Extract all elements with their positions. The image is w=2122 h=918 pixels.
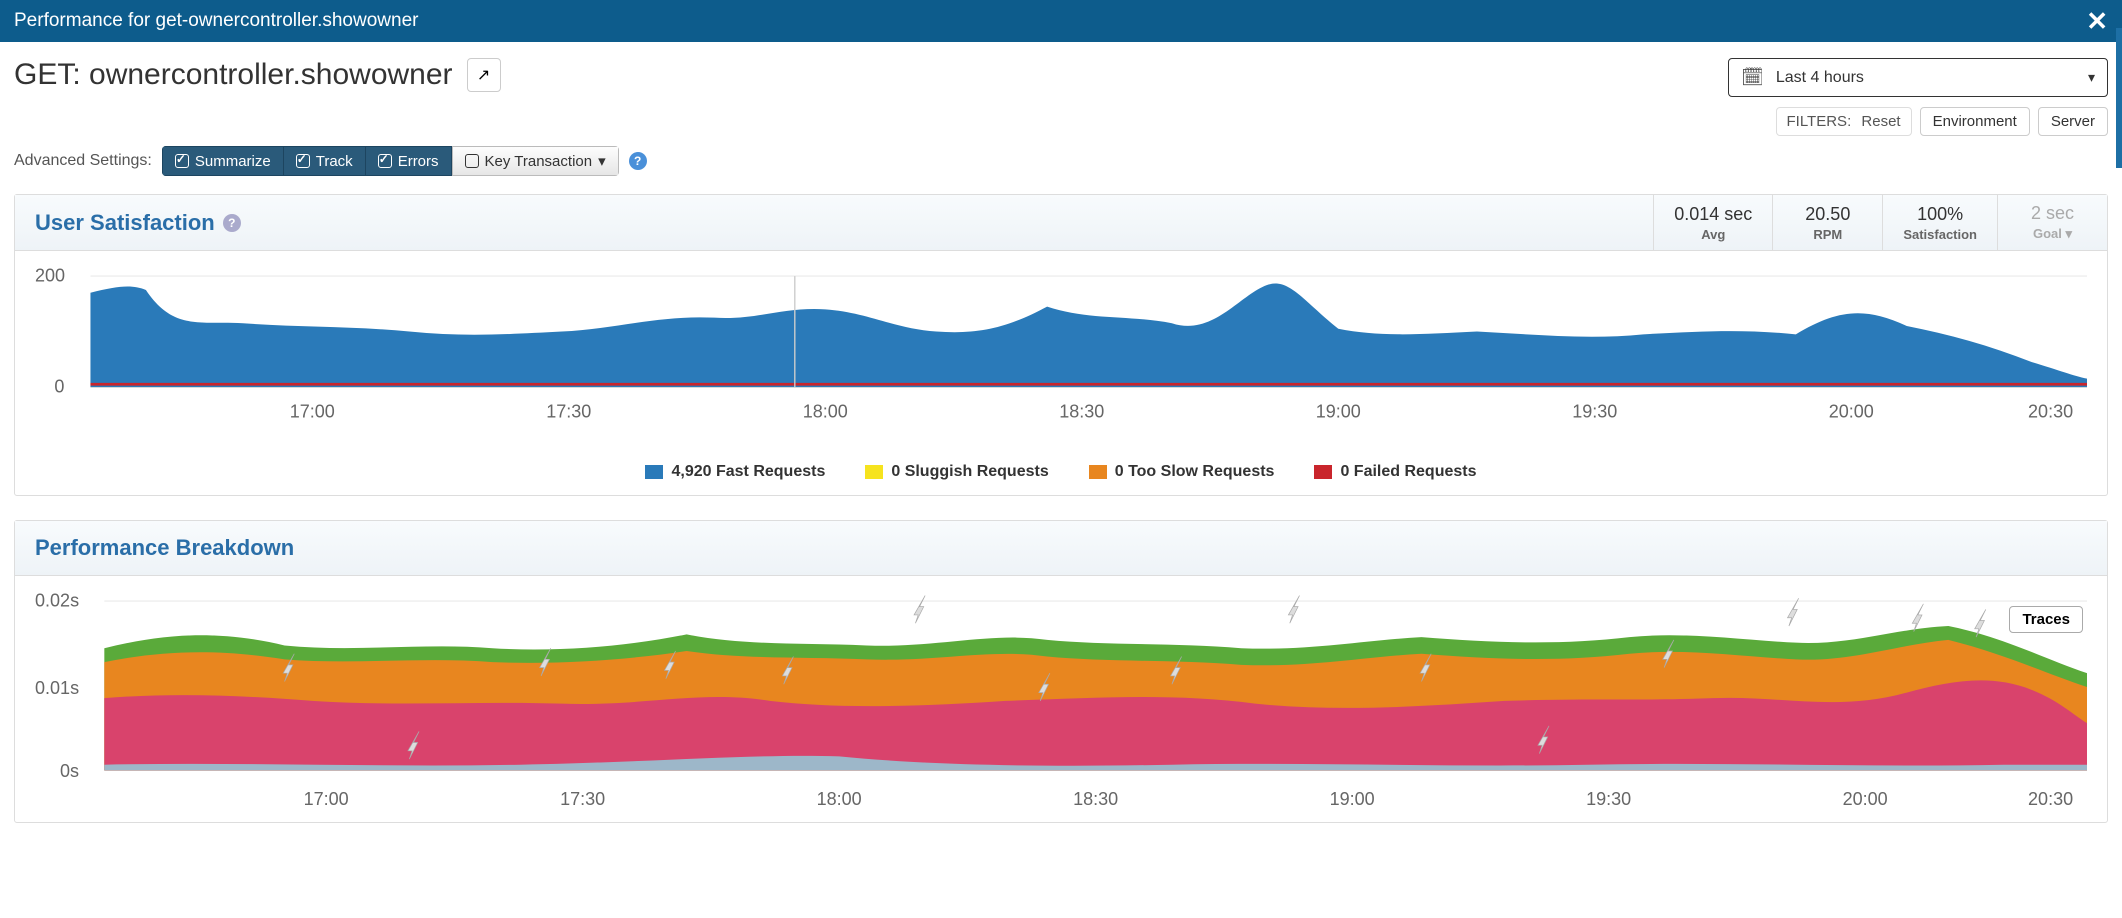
filters-row: FILTERS: Reset Environment Server (1776, 107, 2109, 136)
key-transaction-toggle[interactable]: Key Transaction ▾ (452, 146, 619, 176)
x-tick: 17:00 (290, 402, 335, 422)
metric-rpm: 20.50 RPM (1772, 195, 1882, 250)
y-tick: 0.01s (35, 678, 79, 698)
errors-toggle[interactable]: Errors (366, 146, 452, 176)
legend-item[interactable]: 4,920 Fast Requests (645, 463, 825, 481)
errors-label: Errors (398, 153, 439, 170)
summarize-toggle[interactable]: Summarize (162, 146, 284, 176)
panel-title-text: Performance Breakdown (35, 535, 294, 561)
reset-filters-link[interactable]: Reset (1861, 113, 1900, 130)
swatch-icon (1089, 465, 1107, 479)
satisfaction-chart[interactable]: 200 0 17:00 17:30 18:00 18:30 19:00 19:3… (15, 251, 2107, 455)
legend-item[interactable]: 0 Sluggish Requests (865, 463, 1048, 481)
metric-satisfaction: 100% Satisfaction (1882, 195, 1997, 250)
settings-button-group: Summarize Track Errors Key Transaction ▾ (162, 146, 619, 176)
legend-label: 4,920 Fast Requests (671, 463, 825, 481)
calendar-icon: 🗓 (1741, 67, 1764, 88)
legend-label: 0 Too Slow Requests (1115, 463, 1275, 481)
chevron-down-icon: ▾ (2088, 69, 2095, 86)
y-tick: 0.02s (35, 591, 79, 611)
key-transaction-label: Key Transaction (485, 153, 593, 170)
metric-label: RPM (1793, 227, 1862, 242)
time-range-label: Last 4 hours (1776, 69, 1864, 87)
y-tick: 200 (35, 266, 65, 286)
y-tick: 0 (54, 377, 64, 397)
x-tick: 17:00 (304, 789, 349, 809)
metric-value: 0.014 sec (1674, 204, 1752, 225)
metric-value: 20.50 (1793, 204, 1862, 225)
filters-box: FILTERS: Reset (1776, 107, 1912, 136)
checkbox-icon (175, 154, 189, 168)
advanced-settings-label: Advanced Settings: (14, 152, 152, 170)
panel-title: Performance Breakdown (15, 521, 2107, 575)
x-tick: 18:30 (1073, 789, 1118, 809)
x-tick: 17:30 (546, 402, 591, 422)
metric-label: Satisfaction (1903, 227, 1977, 242)
swatch-icon (645, 465, 663, 479)
metric-label: Goal ▾ (2018, 226, 2087, 242)
x-tick: 20:30 (2028, 402, 2073, 422)
checkbox-icon (296, 154, 310, 168)
titlebar: GET: ownercontroller.showowner ↗ 🗓 Last … (0, 42, 2122, 136)
summarize-label: Summarize (195, 153, 271, 170)
metric-value: 100% (1903, 204, 1977, 225)
metric-value: 2 sec (2018, 203, 2087, 224)
chevron-down-icon: ▾ (598, 152, 606, 170)
time-range-picker[interactable]: 🗓 Last 4 hours ▾ (1728, 58, 2108, 97)
x-tick: 20:00 (1829, 402, 1874, 422)
x-tick: 20:00 (1843, 789, 1888, 809)
swatch-icon (1314, 465, 1332, 479)
page-title: GET: ownercontroller.showowner (14, 58, 453, 92)
advanced-settings-row: Advanced Settings: Summarize Track Error… (0, 136, 2122, 194)
performance-breakdown-panel: Performance Breakdown Traces 0.02s 0.01s… (14, 520, 2108, 823)
x-tick: 17:30 (560, 789, 605, 809)
legend-label: 0 Failed Requests (1340, 463, 1476, 481)
title-left: GET: ownercontroller.showowner ↗ (14, 58, 501, 92)
x-tick: 18:00 (803, 402, 848, 422)
swatch-icon (865, 465, 883, 479)
help-icon[interactable]: ? (223, 214, 241, 232)
panel-title-text: User Satisfaction (35, 210, 215, 236)
user-satisfaction-panel: User Satisfaction ? 0.014 sec Avg 20.50 … (14, 194, 2108, 496)
external-link-icon: ↗ (477, 65, 490, 85)
x-tick: 20:30 (2028, 789, 2073, 809)
checkbox-icon (378, 154, 392, 168)
x-tick: 18:00 (817, 789, 862, 809)
metric-goal[interactable]: 2 sec Goal ▾ (1997, 195, 2107, 250)
fast-requests-area (90, 284, 2087, 387)
breakdown-chart[interactable]: Traces 0.02s 0.01s 0s (15, 576, 2107, 822)
x-tick: 19:30 (1586, 789, 1631, 809)
help-icon[interactable]: ? (629, 152, 647, 170)
traces-button[interactable]: Traces (2009, 606, 2083, 633)
open-external-button[interactable]: ↗ (467, 58, 501, 92)
metric-label: Avg (1674, 227, 1752, 242)
modal-title: Performance for get-ownercontroller.show… (14, 10, 418, 32)
track-label: Track (316, 153, 353, 170)
close-icon[interactable]: ✕ (2086, 8, 2108, 34)
metric-avg: 0.014 sec Avg (1653, 195, 1772, 250)
x-tick: 19:00 (1330, 789, 1375, 809)
checkbox-icon (465, 154, 479, 168)
satisfaction-legend: 4,920 Fast Requests 0 Sluggish Requests … (15, 455, 2107, 495)
modal-header: Performance for get-ownercontroller.show… (0, 0, 2122, 42)
x-tick: 18:30 (1059, 402, 1104, 422)
title-right: 🗓 Last 4 hours ▾ FILTERS: Reset Environm… (1728, 58, 2108, 136)
track-toggle[interactable]: Track (284, 146, 366, 176)
legend-item[interactable]: 0 Too Slow Requests (1089, 463, 1275, 481)
scrollbar-accent[interactable] (2116, 28, 2122, 168)
filter-environment-button[interactable]: Environment (1920, 107, 2030, 136)
filters-label: FILTERS: (1787, 113, 1852, 130)
legend-item[interactable]: 0 Failed Requests (1314, 463, 1476, 481)
panel-title: User Satisfaction ? (15, 195, 1653, 250)
legend-label: 0 Sluggish Requests (891, 463, 1048, 481)
filter-server-button[interactable]: Server (2038, 107, 2108, 136)
panel-header: Performance Breakdown (15, 521, 2107, 576)
x-tick: 19:30 (1572, 402, 1617, 422)
panel-header: User Satisfaction ? 0.014 sec Avg 20.50 … (15, 195, 2107, 251)
x-tick: 19:00 (1316, 402, 1361, 422)
y-tick: 0s (60, 761, 79, 781)
